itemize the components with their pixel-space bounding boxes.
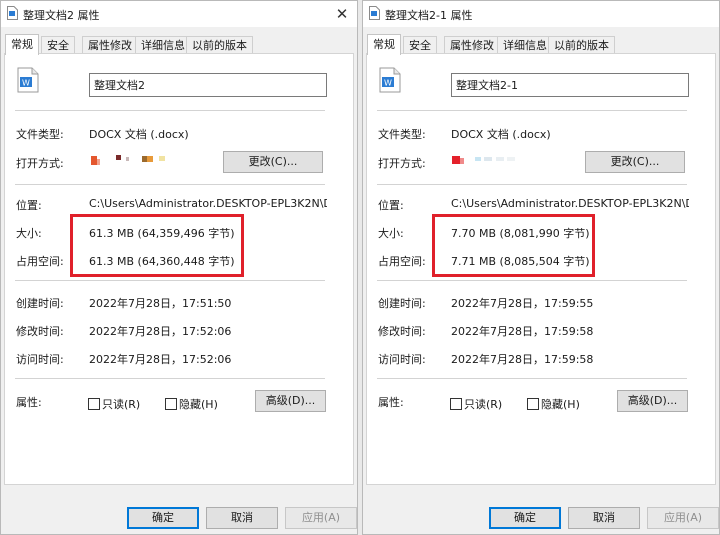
file-name-input[interactable]: 整理文档2-1 — [451, 73, 689, 97]
created-label: 创建时间: — [378, 297, 426, 310]
divider — [15, 110, 325, 111]
tab-general[interactable]: 常规 — [5, 34, 39, 55]
ok-button[interactable]: 确定 — [489, 507, 561, 529]
accessed-value: 2022年7月28日，17:59:58 — [451, 353, 594, 366]
divider — [15, 280, 325, 281]
size-label: 大小: — [378, 227, 404, 240]
open-with-label: 打开方式: — [16, 157, 64, 170]
disk-size-label: 占用空间: — [378, 255, 426, 268]
ok-button[interactable]: 确定 — [127, 507, 199, 529]
readonly-checkbox[interactable]: 只读(R) — [450, 396, 502, 412]
apply-button[interactable]: 应用(A) — [285, 507, 357, 529]
change-button[interactable]: 更改(C)... — [585, 151, 685, 173]
hidden-checkbox[interactable]: 隐藏(H) — [527, 396, 580, 412]
properties-dialog-right: 整理文档2-1 属性 常规 安全 属性修改 详细信息 以前的版本 W 整理文档2… — [362, 0, 720, 535]
word-file-icon: W — [17, 67, 39, 93]
modified-label: 修改时间: — [378, 325, 426, 338]
tab-details[interactable]: 详细信息 — [497, 36, 553, 53]
divider — [377, 184, 687, 185]
highlight-box — [70, 214, 244, 277]
file-type-label: 文件类型: — [16, 128, 64, 141]
window-title: 整理文档2 属性 — [23, 9, 100, 22]
tab-general[interactable]: 常规 — [367, 34, 401, 55]
open-with-label: 打开方式: — [378, 157, 426, 170]
file-type-value: DOCX 文档 (.docx) — [89, 128, 189, 141]
created-label: 创建时间: — [16, 297, 64, 310]
accessed-value: 2022年7月28日，17:52:06 — [89, 353, 232, 366]
file-name-input[interactable]: 整理文档2 — [89, 73, 327, 97]
word-file-icon — [369, 6, 380, 20]
apply-button[interactable]: 应用(A) — [647, 507, 719, 529]
title-bar: 整理文档2 属性 ✕ — [1, 1, 357, 27]
change-button[interactable]: 更改(C)... — [223, 151, 323, 173]
close-icon[interactable]: ✕ — [327, 1, 357, 27]
readonly-checkbox-label: 只读(R) — [464, 398, 503, 411]
tab-previous-versions[interactable]: 以前的版本 — [548, 36, 615, 53]
title-bar: 整理文档2-1 属性 — [363, 1, 719, 27]
tab-bar: 常规 安全 属性修改 详细信息 以前的版本 — [363, 34, 719, 55]
location-label: 位置: — [378, 199, 404, 212]
open-with-app-icon — [452, 156, 515, 164]
created-value: 2022年7月28日，17:59:55 — [451, 297, 594, 310]
advanced-button[interactable]: 高级(D)... — [617, 390, 688, 412]
hidden-checkbox-label: 隐藏(H) — [541, 398, 580, 411]
checkbox-box[interactable] — [165, 398, 177, 410]
location-value: C:\Users\Administrator.DESKTOP-EPL3K2N\D… — [89, 197, 327, 210]
divider — [15, 378, 325, 379]
file-type-value: DOCX 文档 (.docx) — [451, 128, 551, 141]
modified-value: 2022年7月28日，17:52:06 — [89, 325, 232, 338]
size-label: 大小: — [16, 227, 42, 240]
word-file-icon: W — [379, 67, 401, 93]
modified-label: 修改时间: — [16, 325, 64, 338]
readonly-checkbox-label: 只读(R) — [102, 398, 141, 411]
attributes-label: 属性: — [378, 396, 404, 409]
file-type-label: 文件类型: — [378, 128, 426, 141]
properties-dialog-left: 整理文档2 属性 ✕ 常规 安全 属性修改 详细信息 以前的版本 W 整理文档2… — [0, 0, 358, 535]
location-label: 位置: — [16, 199, 42, 212]
checkbox-box[interactable] — [88, 398, 100, 410]
location-value: C:\Users\Administrator.DESKTOP-EPL3K2N\D… — [451, 197, 689, 210]
tab-security[interactable]: 安全 — [403, 36, 437, 53]
checkbox-box[interactable] — [450, 398, 462, 410]
advanced-button[interactable]: 高级(D)... — [255, 390, 326, 412]
hidden-checkbox[interactable]: 隐藏(H) — [165, 396, 218, 412]
accessed-label: 访问时间: — [16, 353, 64, 366]
tab-security[interactable]: 安全 — [41, 36, 75, 53]
cancel-button[interactable]: 取消 — [206, 507, 278, 529]
svg-text:W: W — [22, 79, 30, 88]
divider — [377, 280, 687, 281]
accessed-label: 访问时间: — [378, 353, 426, 366]
tab-attribute-modify[interactable]: 属性修改 — [82, 36, 138, 53]
open-with-app-icon — [91, 155, 165, 165]
divider — [15, 184, 325, 185]
divider — [377, 110, 687, 111]
divider — [377, 378, 687, 379]
hidden-checkbox-label: 隐藏(H) — [179, 398, 218, 411]
attributes-label: 属性: — [16, 396, 42, 409]
tab-previous-versions[interactable]: 以前的版本 — [186, 36, 253, 53]
tab-details[interactable]: 详细信息 — [135, 36, 191, 53]
tab-attribute-modify[interactable]: 属性修改 — [444, 36, 500, 53]
cancel-button[interactable]: 取消 — [568, 507, 640, 529]
disk-size-label: 占用空间: — [16, 255, 64, 268]
word-file-icon — [7, 6, 18, 20]
modified-value: 2022年7月28日，17:59:58 — [451, 325, 594, 338]
created-value: 2022年7月28日，17:51:50 — [89, 297, 232, 310]
tab-bar: 常规 安全 属性修改 详细信息 以前的版本 — [1, 34, 357, 55]
readonly-checkbox[interactable]: 只读(R) — [88, 396, 140, 412]
checkbox-box[interactable] — [527, 398, 539, 410]
window-title: 整理文档2-1 属性 — [385, 9, 473, 22]
svg-text:W: W — [384, 79, 392, 88]
highlight-box — [432, 214, 595, 277]
